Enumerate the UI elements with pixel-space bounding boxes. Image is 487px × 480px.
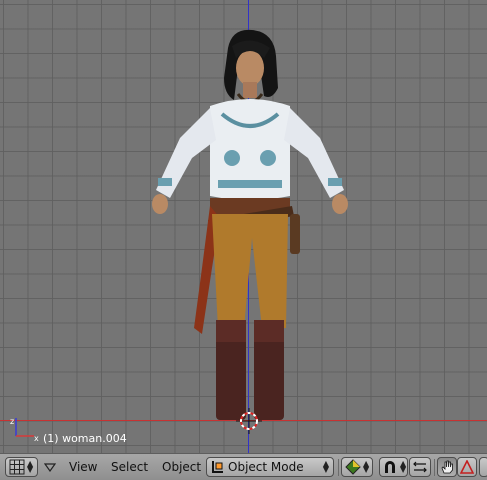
- hand-icon: [441, 460, 453, 474]
- header-overflow-button[interactable]: [479, 457, 487, 477]
- active-object-label: (1) woman.004: [43, 432, 127, 445]
- translate-arrows-icon: [413, 461, 427, 473]
- header-separator: [338, 459, 339, 476]
- object-menu[interactable]: Object: [162, 460, 201, 474]
- editor-type-selector[interactable]: ▲ ▼: [5, 457, 38, 477]
- object-mode-icon: [212, 461, 223, 473]
- viewport-header: ▲ ▼ View Select Object Object Mode ▲ ▼ ▲ ▼ …: [0, 453, 487, 480]
- view-menu[interactable]: View: [69, 460, 97, 474]
- 3d-viewport[interactable]: z x (1) woman.004: [0, 0, 487, 453]
- transform-manipulator-button[interactable]: [409, 457, 431, 477]
- updown-arrows-icon: ▲ ▼: [400, 459, 407, 474]
- select-menu[interactable]: Select: [111, 460, 148, 474]
- svg-text:z: z: [10, 417, 14, 426]
- triangle-down-icon[interactable]: [44, 463, 56, 472]
- triangle-icon: [460, 460, 474, 474]
- axis-orientation-gizmo: z x: [10, 417, 39, 442]
- header-separator: [434, 459, 435, 476]
- svg-text:x: x: [34, 434, 39, 442]
- mode-selector[interactable]: Object Mode ▲ ▼: [206, 457, 334, 477]
- manipulator-toggle-button[interactable]: [437, 457, 457, 477]
- magnet-icon: [385, 461, 395, 473]
- solid-shading-icon: [345, 459, 361, 475]
- 3d-cursor-icon[interactable]: [236, 408, 262, 434]
- rotate-manipulator-button[interactable]: [457, 457, 477, 477]
- updown-arrows-icon: ▲ ▼: [322, 459, 329, 474]
- pivot-selector[interactable]: ▲ ▼: [379, 457, 408, 477]
- draw-type-selector[interactable]: ▲ ▼: [341, 457, 373, 477]
- grid-icon: [9, 459, 25, 475]
- mode-selector-label: Object Mode: [228, 460, 304, 474]
- updown-arrows-icon: ▲ ▼: [27, 459, 34, 474]
- updown-arrows-icon: ▲ ▼: [363, 459, 370, 474]
- woman-character-model[interactable]: [140, 28, 360, 428]
